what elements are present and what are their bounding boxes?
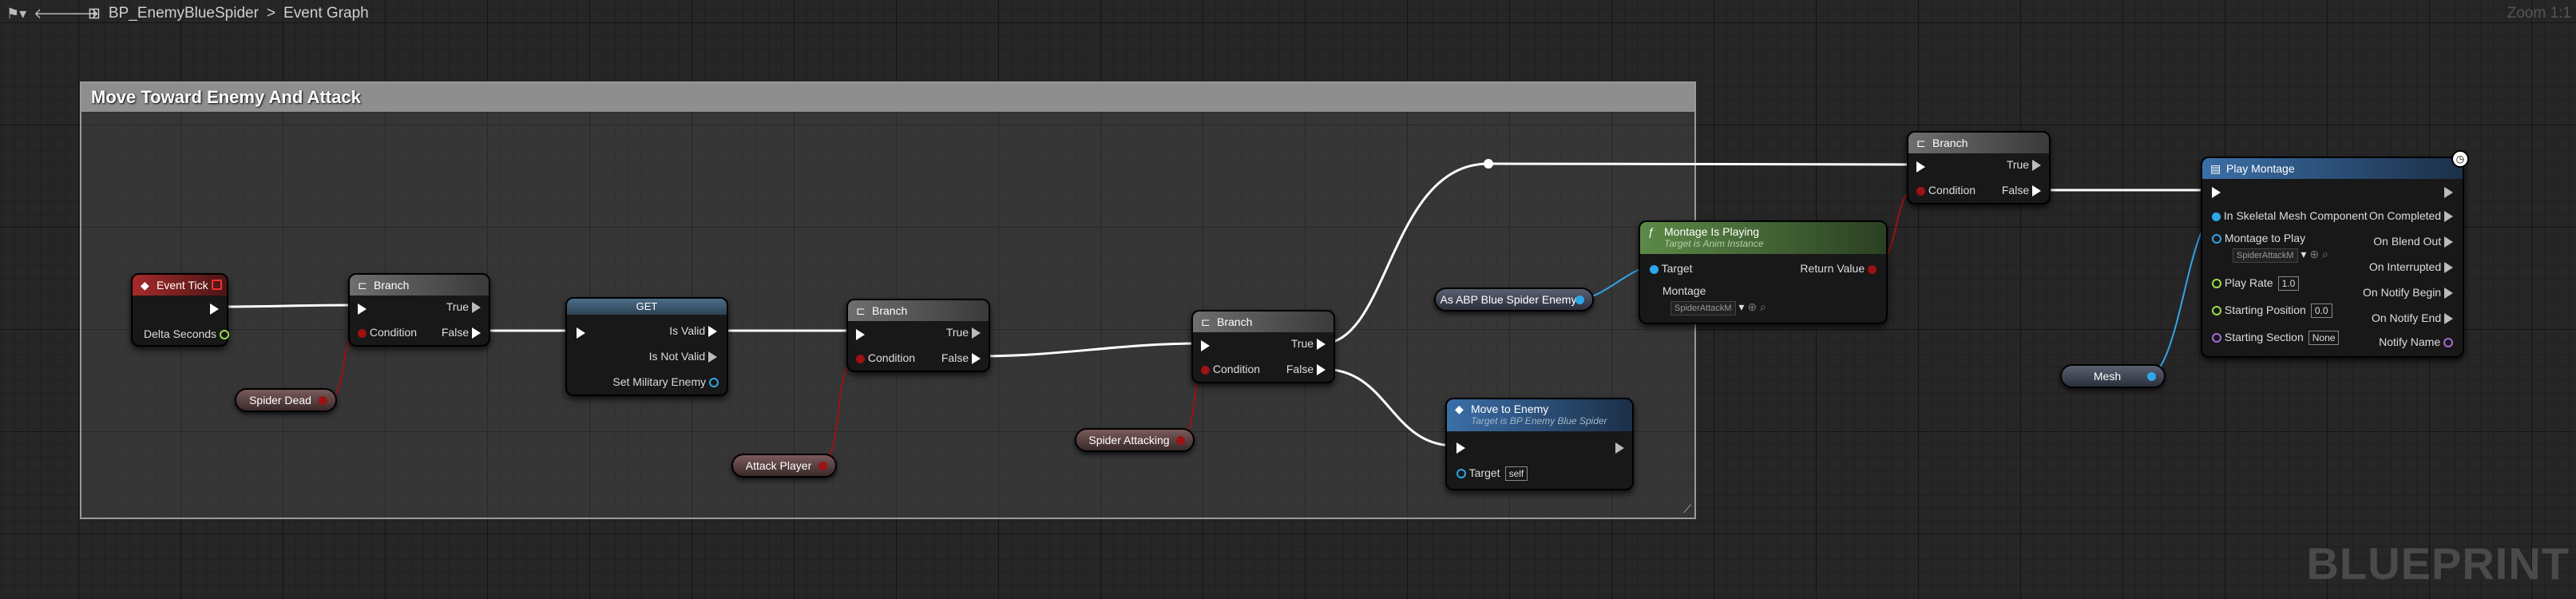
event-tick-header[interactable]: ◆ Event Tick <box>133 275 227 296</box>
exec-out-pin[interactable] <box>2444 185 2453 199</box>
false-pin[interactable]: False <box>2002 184 2041 197</box>
reroute-knot <box>1484 159 1493 169</box>
true-pin[interactable]: True <box>2007 158 2041 172</box>
get-node[interactable]: GET Is Valid Is Not Valid Set Military E… <box>565 297 728 396</box>
true-pin[interactable]: True <box>446 300 481 314</box>
exec-out-pin[interactable] <box>210 302 219 315</box>
exec-wire-tick-branch1 <box>220 303 355 308</box>
is-not-valid-pin[interactable]: Is Not Valid <box>649 350 717 363</box>
false-pin[interactable]: False <box>442 326 481 339</box>
return-value-pin[interactable]: Return Value <box>1800 262 1877 275</box>
condition-pin[interactable]: Condition <box>1201 363 1260 375</box>
condition-pin[interactable]: Condition <box>856 351 915 364</box>
true-pin[interactable]: True <box>1291 337 1326 351</box>
target-pin[interactable]: Target <box>1650 262 1693 275</box>
is-valid-pin[interactable]: Is Valid <box>669 324 717 338</box>
false-pin[interactable]: False <box>941 351 981 365</box>
latent-function-icon: ▤ <box>2210 162 2221 175</box>
event-diamond-icon: ◆ <box>141 279 149 292</box>
attack-player-variable[interactable]: Attack Player <box>731 454 837 478</box>
branch-icon: ⊏ <box>1201 315 1211 328</box>
delegate-pin-icon[interactable] <box>212 280 222 290</box>
play-montage-node[interactable]: ▤ Play Montage ◷ In Skeletal Mesh Compon… <box>2201 150 2469 358</box>
branch-header-3[interactable]: ⊏ Branch <box>1193 311 1334 332</box>
exec-in-pin[interactable] <box>358 302 367 315</box>
exec-in-pin[interactable] <box>1916 160 1925 173</box>
on-blend-out-pin[interactable]: On Blend Out <box>2373 235 2453 248</box>
in-skeletal-mesh-pin[interactable]: In Skeletal Mesh Component <box>2212 209 2368 222</box>
latent-clock-icon: ◷ <box>2451 150 2469 168</box>
branch-icon: ⊏ <box>856 304 866 317</box>
exec-in-pin[interactable] <box>856 327 865 341</box>
exec-in-pin[interactable] <box>577 326 585 339</box>
condition-pin[interactable]: Condition <box>1916 184 1976 196</box>
move-to-enemy-node[interactable]: ◆ Move to Enemy Target is BP Enemy Blue … <box>1445 398 1634 490</box>
target-value-field[interactable]: self <box>1504 466 1528 481</box>
branch-header-4[interactable]: ⊏ Branch <box>1908 133 2049 153</box>
bool-wire-attackplayer <box>817 355 860 466</box>
get-header[interactable]: GET <box>567 299 727 315</box>
branch-icon: ⊏ <box>358 279 367 292</box>
as-abp-blue-spider-enemy-variable[interactable]: As ABP Blue Spider Enemy <box>1434 288 1594 311</box>
delta-seconds-pin[interactable]: Delta Seconds <box>144 327 229 340</box>
exec-wire-branch3-false <box>1322 367 1456 447</box>
branch-header-2[interactable]: ⊏ Branch <box>848 300 989 321</box>
exec-wire-branch3-true <box>1322 162 1489 345</box>
play-rate-field[interactable]: 1.0 <box>2277 276 2300 291</box>
notify-name-pin[interactable]: Notify Name <box>2379 335 2453 348</box>
blueprint-watermark: BLUEPRINT <box>2306 538 2570 589</box>
starting-section-field[interactable]: None <box>2308 331 2340 345</box>
spider-attacking-variable[interactable]: Spider Attacking <box>1075 428 1195 452</box>
starting-section-pin[interactable]: Starting Section None <box>2212 331 2340 345</box>
branch-node-1[interactable]: ⊏ Branch True Condition False <box>348 273 490 347</box>
play-montage-header[interactable]: ▤ Play Montage <box>2202 158 2463 179</box>
exec-in-pin[interactable] <box>1201 339 1210 352</box>
false-pin[interactable]: False <box>1286 363 1326 376</box>
exec-in-pin[interactable] <box>1456 441 1465 454</box>
target-pin[interactable]: Target self <box>1456 466 1528 481</box>
exec-wire-branch2-branch3 <box>977 342 1202 358</box>
move-to-enemy-header[interactable]: ◆ Move to Enemy Target is BP Enemy Blue … <box>1447 399 1632 431</box>
montage-is-playing-node[interactable]: ƒ Montage Is Playing Target is Anim Inst… <box>1639 220 1888 324</box>
exec-wire-knot-branch4 <box>1488 162 1919 166</box>
condition-pin[interactable]: Condition <box>358 326 417 339</box>
montage-pin[interactable]: Montage <box>1650 284 1706 297</box>
spider-dead-variable[interactable]: Spider Dead <box>235 388 337 412</box>
branch-node-2[interactable]: ⊏ Branch True Condition False <box>846 299 990 372</box>
branch-node-3[interactable]: ⊏ Branch True Condition False <box>1191 310 1335 383</box>
true-pin[interactable]: True <box>946 326 981 339</box>
starting-position-pin[interactable]: Starting Position 0.0 <box>2212 303 2332 318</box>
on-completed-pin[interactable]: On Completed <box>2369 209 2453 223</box>
exec-in-pin[interactable] <box>2212 185 2221 199</box>
starting-position-field[interactable]: 0.0 <box>2310 303 2332 318</box>
on-notify-end-pin[interactable]: On Notify End <box>2372 311 2453 325</box>
branch-icon: ⊏ <box>1916 137 1926 149</box>
on-notify-begin-pin[interactable]: On Notify Begin <box>2363 286 2453 300</box>
branch-node-4[interactable]: ⊏ Branch True Condition False <box>1907 131 2051 204</box>
on-interrupted-pin[interactable]: On Interrupted <box>2369 260 2453 274</box>
branch-header-1[interactable]: ⊏ Branch <box>350 275 489 296</box>
function-icon: ƒ <box>1648 225 1655 238</box>
play-rate-pin[interactable]: Play Rate 1.0 <box>2212 276 2300 291</box>
exec-out-pin[interactable] <box>1615 441 1624 454</box>
montage-selector[interactable]: SpiderAttackM ▾ ⊕ ⌕ <box>1670 300 1766 315</box>
montage-is-playing-header[interactable]: ƒ Montage Is Playing Target is Anim Inst… <box>1640 222 1886 254</box>
mesh-variable[interactable]: Mesh <box>2060 364 2166 388</box>
set-military-enemy-pin[interactable]: Set Military Enemy <box>612 375 719 388</box>
event-tick-node[interactable]: ◆ Event Tick Delta Seconds <box>131 273 229 347</box>
montage-to-play-pin[interactable]: Montage to Play <box>2212 232 2305 244</box>
montage-to-play-selector[interactable]: SpiderAttackM ▾ ⊕ ⌕ <box>2233 248 2328 263</box>
function-icon: ◆ <box>1455 403 1464 415</box>
